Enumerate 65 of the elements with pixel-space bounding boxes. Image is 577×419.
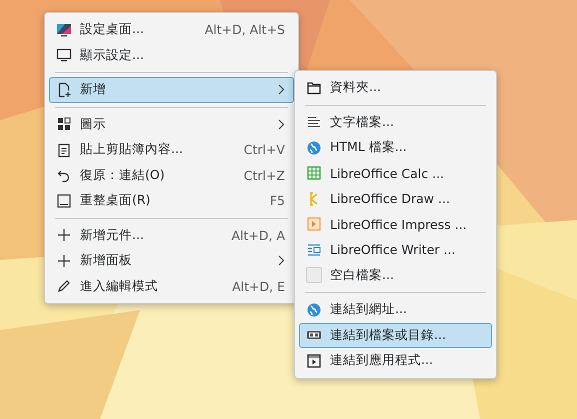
menu-item[interactable]: LibreOffice Impress ...	[299, 212, 492, 237]
menu-item-label: 連結到檔案或目錄...	[330, 326, 447, 344]
menu-item-label: 進入編輯模式	[80, 278, 159, 295]
menu-item-label: LibreOffice Draw ...	[330, 191, 451, 206]
menu-item-label: 復原：連結(O)	[80, 166, 166, 184]
document-lines-icon	[306, 242, 322, 258]
menu-item[interactable]: 新增	[49, 77, 294, 102]
menu-item-label: 資料夾...	[330, 79, 382, 96]
pencil-icon	[56, 278, 72, 294]
app-window-icon	[306, 352, 322, 369]
menu-item[interactable]: 進入編輯模式 Alt+D, E	[49, 274, 294, 299]
menu-item[interactable]: LibreOffice Calc ...	[299, 160, 492, 186]
menu-item[interactable]: 復原：連結(O) Ctrl+Z	[49, 162, 294, 188]
folder-icon	[306, 80, 322, 96]
file-plus-icon	[56, 82, 72, 98]
presentation-icon	[306, 216, 322, 232]
shortcut-label: Alt+D, Alt+S	[204, 22, 285, 38]
grid-icon	[56, 116, 72, 132]
monitor-icon	[56, 47, 72, 64]
menu-item[interactable]: HTML 檔案...	[299, 135, 492, 160]
clipboard-icon	[56, 142, 72, 158]
plus-icon	[56, 227, 72, 244]
shortcut-label: Alt+D, A	[231, 228, 285, 243]
menu-item[interactable]: 新增面板	[49, 248, 294, 274]
menu-item-label: 連結到應用程式...	[330, 352, 434, 370]
menu-item-label: 新增元件...	[80, 226, 145, 244]
blank-file-icon	[306, 267, 322, 284]
menu-item-label: 文字檔案...	[330, 114, 395, 131]
menu-item-label: 新增	[80, 81, 107, 98]
menu-item[interactable]: 圖示	[49, 112, 294, 137]
menu-item[interactable]: 設定桌面... Alt+D, Alt+S	[49, 17, 294, 42]
menu-item-label: 貼上剪貼簿內容...	[80, 141, 184, 158]
monitor-icon	[56, 22, 72, 38]
menu-item[interactable]: LibreOffice Draw ...	[299, 186, 492, 212]
shortcut-label: Ctrl+Z	[244, 168, 285, 183]
menu-item-label: 連結到網址...	[330, 301, 408, 318]
menu-item[interactable]: 顯示設定...	[49, 42, 294, 68]
menu-item[interactable]: 連結到網址...	[299, 297, 492, 322]
plus-icon	[56, 252, 72, 269]
shortcut-label: Alt+D, E	[232, 278, 285, 294]
menu-item-label: LibreOffice Impress ...	[330, 216, 468, 232]
globe-icon	[306, 302, 322, 318]
menu-item[interactable]: 資料夾...	[299, 75, 492, 100]
menu-item-label: 新增面板	[80, 252, 133, 270]
menu-item[interactable]: 貼上剪貼簿內容... Ctrl+V	[49, 137, 294, 162]
menu-item-label: 空白檔案...	[330, 266, 395, 284]
menu-item-label: LibreOffice Writer ...	[330, 242, 456, 258]
menu-item-label: 顯示設定...	[80, 46, 145, 64]
menu-item[interactable]: 重整桌面(R) F5	[49, 188, 294, 214]
shortcut-label: Ctrl+V	[244, 142, 285, 158]
screen-icon	[56, 192, 72, 209]
menu-item[interactable]: 新增元件... Alt+D, A	[49, 222, 294, 248]
shortcut-label: F5	[270, 193, 285, 208]
menu-item[interactable]: 文字檔案...	[299, 110, 492, 135]
spreadsheet-icon	[306, 165, 322, 182]
menu-item-label: LibreOffice Calc ...	[330, 166, 446, 181]
menu-item[interactable]: LibreOffice Writer ...	[299, 237, 492, 262]
menu-item-label: 圖示	[80, 116, 107, 133]
menu-item[interactable]: 空白檔案...	[299, 262, 492, 288]
menu-item[interactable]: 連結到檔案或目錄...	[299, 322, 492, 348]
menu-item-label: HTML 檔案...	[330, 139, 408, 156]
globe-icon	[306, 140, 322, 156]
menu-item-label: 重整桌面(R)	[80, 192, 152, 210]
menu-item[interactable]: 連結到應用程式...	[299, 348, 492, 374]
menu-item-label: 設定桌面...	[80, 21, 145, 38]
